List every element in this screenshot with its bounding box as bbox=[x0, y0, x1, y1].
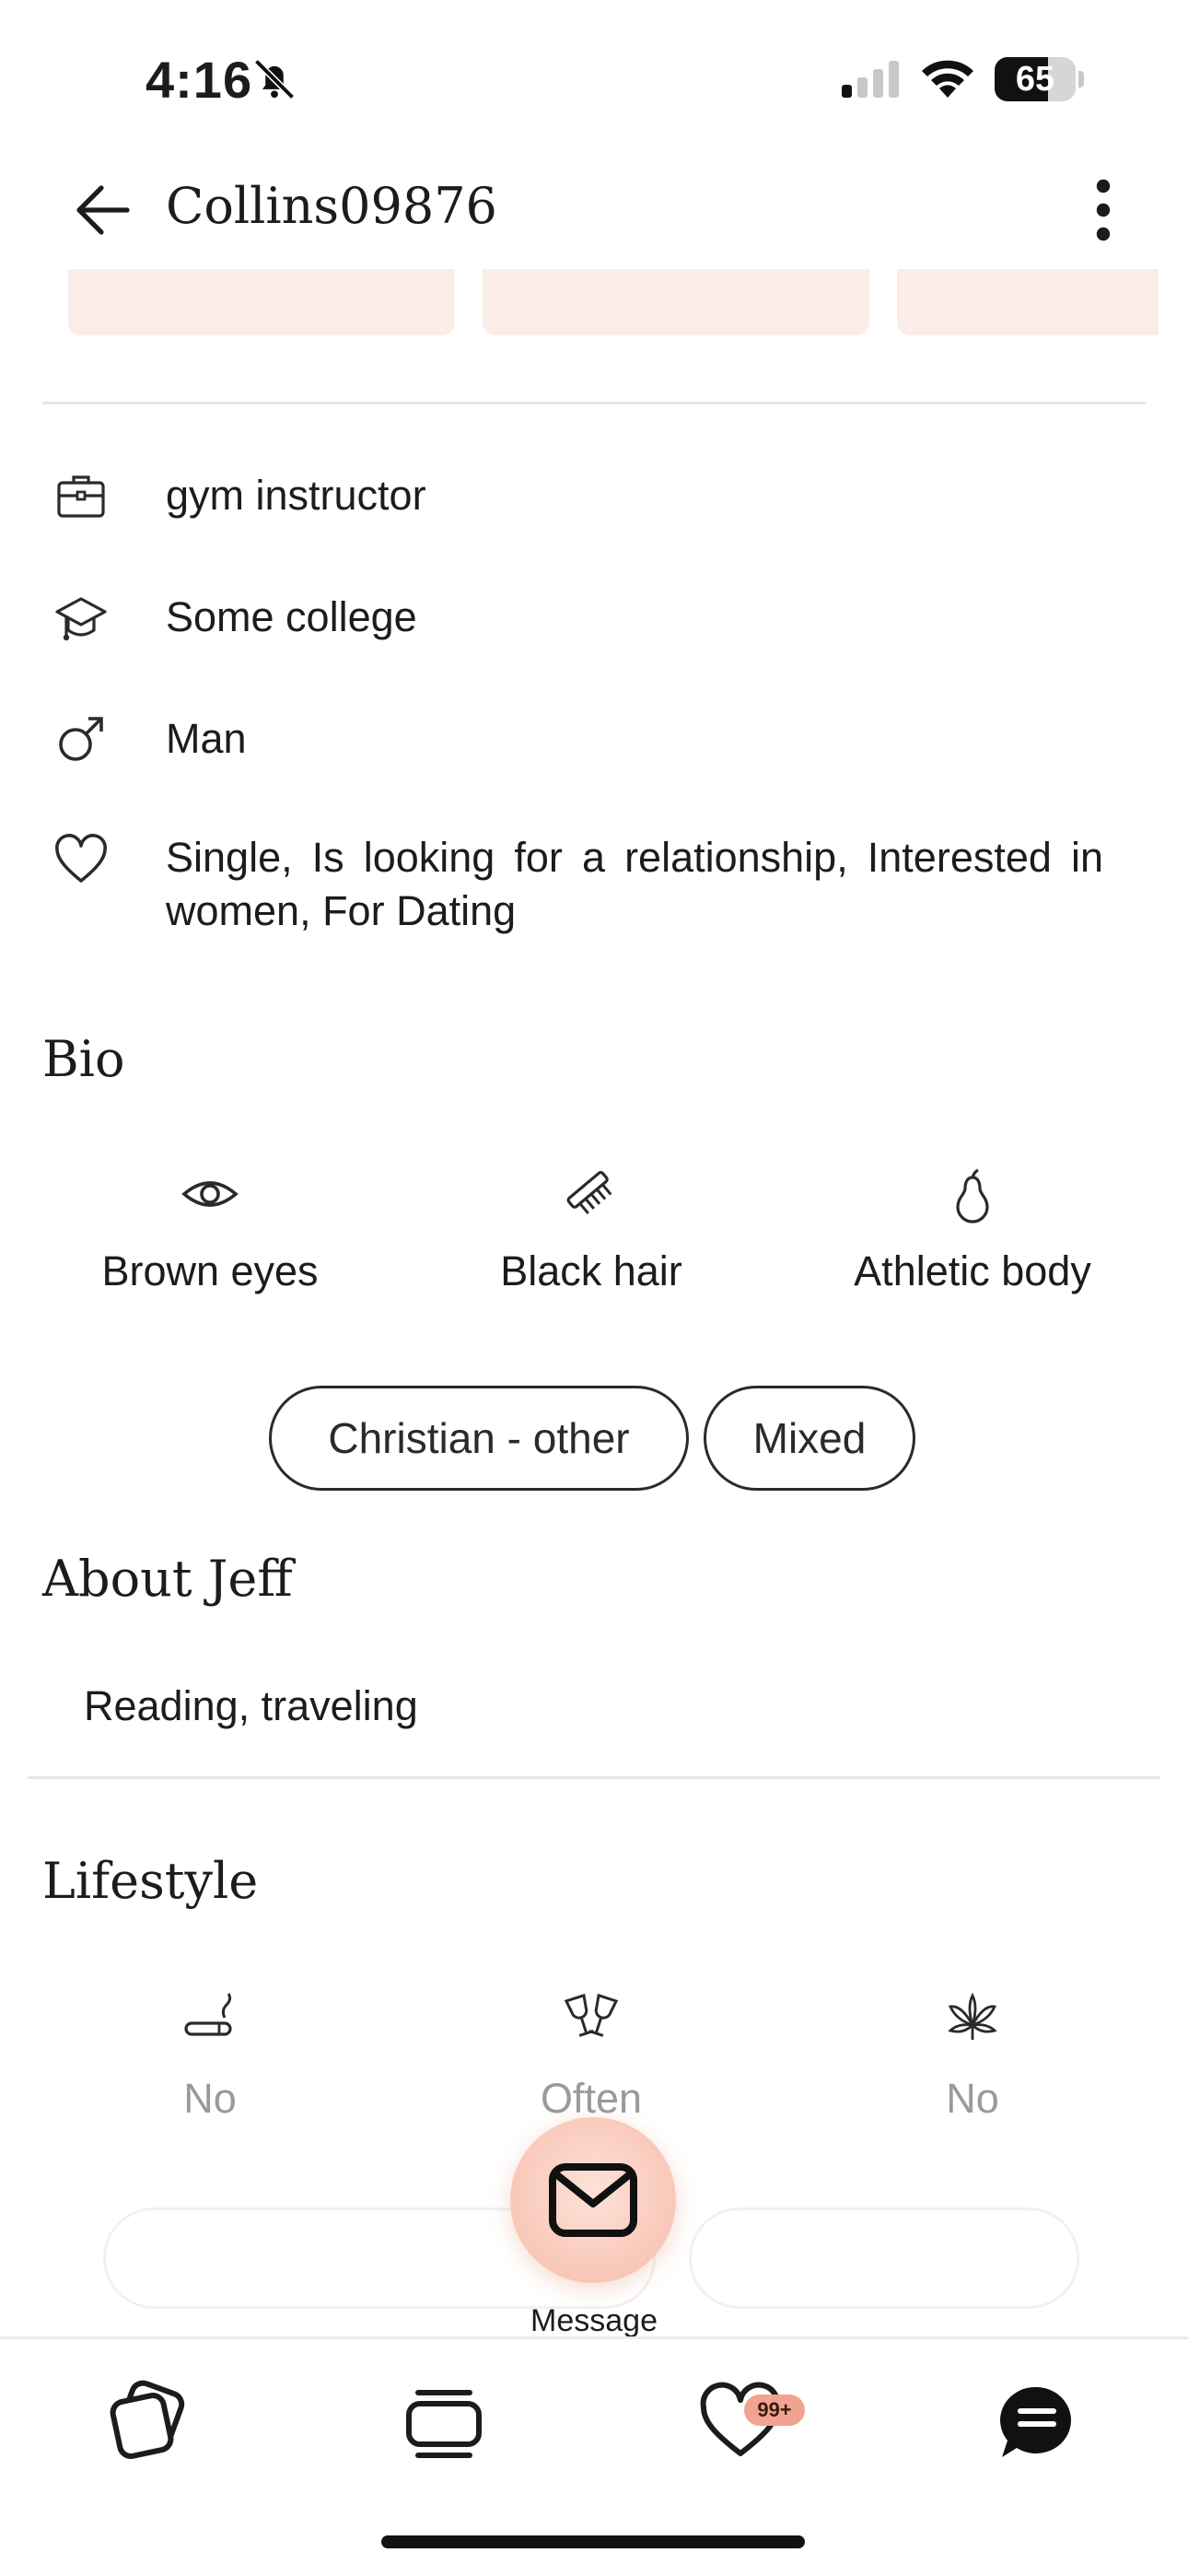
home-indicator bbox=[381, 2535, 805, 2548]
ethnicity-chip: Mixed bbox=[704, 1386, 915, 1491]
wine-glasses-icon bbox=[564, 1993, 619, 2037]
tab-discover-cards-icon[interactable] bbox=[101, 2376, 193, 2468]
pear-icon bbox=[956, 1168, 989, 1224]
tab-feed-stack-icon[interactable] bbox=[398, 2376, 490, 2468]
about-text: Reading, traveling bbox=[84, 1682, 418, 1729]
about-section-title: About Jeff bbox=[42, 1550, 293, 1608]
envelope-icon bbox=[549, 2163, 637, 2237]
briefcase-icon bbox=[57, 475, 105, 518]
education-text: Some college bbox=[166, 593, 417, 640]
education-row: Some college bbox=[0, 588, 1188, 647]
gender-text: Man bbox=[166, 715, 247, 762]
bio-section-title: Bio bbox=[42, 1030, 125, 1088]
page-title: Collins09876 bbox=[166, 177, 497, 235]
cigarette-icon bbox=[184, 1993, 232, 2036]
photo-card[interactable] bbox=[68, 269, 455, 335]
photo-card[interactable] bbox=[483, 269, 869, 335]
lifestyle-label: No bbox=[946, 2075, 999, 2122]
more-options-icon[interactable] bbox=[1076, 179, 1131, 241]
lifestyle-label: Often bbox=[540, 2075, 643, 2122]
section-divider bbox=[42, 402, 1146, 404]
likes-count-badge: 99+ bbox=[744, 2395, 805, 2426]
male-symbol-icon bbox=[59, 717, 103, 761]
wifi-icon bbox=[922, 60, 973, 98]
message-button-label: Message bbox=[530, 2303, 658, 2338]
trait-body: Athletic body bbox=[779, 1165, 1166, 1295]
trait-label: Athletic body bbox=[854, 1247, 1091, 1294]
occupation-text: gym instructor bbox=[166, 472, 426, 519]
occupation-row: gym instructor bbox=[0, 466, 1188, 525]
relationship-row: Single, Is looking for a relationship, I… bbox=[0, 831, 1188, 951]
lifestyle-section-title: Lifestyle bbox=[42, 1852, 259, 1910]
photo-card[interactable] bbox=[897, 269, 1159, 335]
back-arrow-icon[interactable] bbox=[72, 179, 134, 241]
bell-muted-icon bbox=[254, 59, 295, 100]
lifestyle-cannabis: No bbox=[779, 1988, 1166, 2123]
photo-strip[interactable] bbox=[0, 269, 1188, 335]
cannabis-leaf-icon bbox=[948, 1992, 997, 2040]
trait-label: Black hair bbox=[500, 1247, 682, 1294]
trait-label: Brown eyes bbox=[101, 1247, 319, 1294]
lifestyle-smoking: No bbox=[17, 1988, 403, 2123]
battery-indicator: 65 bbox=[995, 57, 1084, 101]
faded-chip bbox=[689, 2207, 1079, 2309]
relationship-text: Single, Is looking for a relationship, I… bbox=[166, 834, 1103, 934]
status-time: 4:16 bbox=[146, 51, 253, 109]
cellular-signal-icon bbox=[842, 61, 899, 98]
heart-outline-icon bbox=[55, 834, 107, 883]
message-button[interactable] bbox=[510, 2117, 676, 2283]
graduation-cap-icon bbox=[55, 597, 107, 641]
trait-eyes: Brown eyes bbox=[17, 1165, 403, 1295]
profile-header: Collins09876 bbox=[0, 166, 1188, 251]
gender-row: Man bbox=[0, 709, 1188, 768]
religion-chip: Christian - other bbox=[269, 1386, 689, 1491]
lifestyle-label: No bbox=[183, 2075, 237, 2122]
status-bar: 4:16 65 bbox=[0, 0, 1188, 138]
eye-icon bbox=[181, 1181, 239, 1207]
comb-icon bbox=[566, 1171, 612, 1214]
tab-chat-bubble-icon[interactable] bbox=[991, 2376, 1083, 2468]
trait-hair: Black hair bbox=[398, 1165, 785, 1295]
lifestyle-drinking: Often bbox=[398, 1988, 785, 2123]
section-divider bbox=[28, 1776, 1160, 1779]
battery-level: 65 bbox=[1015, 60, 1055, 99]
